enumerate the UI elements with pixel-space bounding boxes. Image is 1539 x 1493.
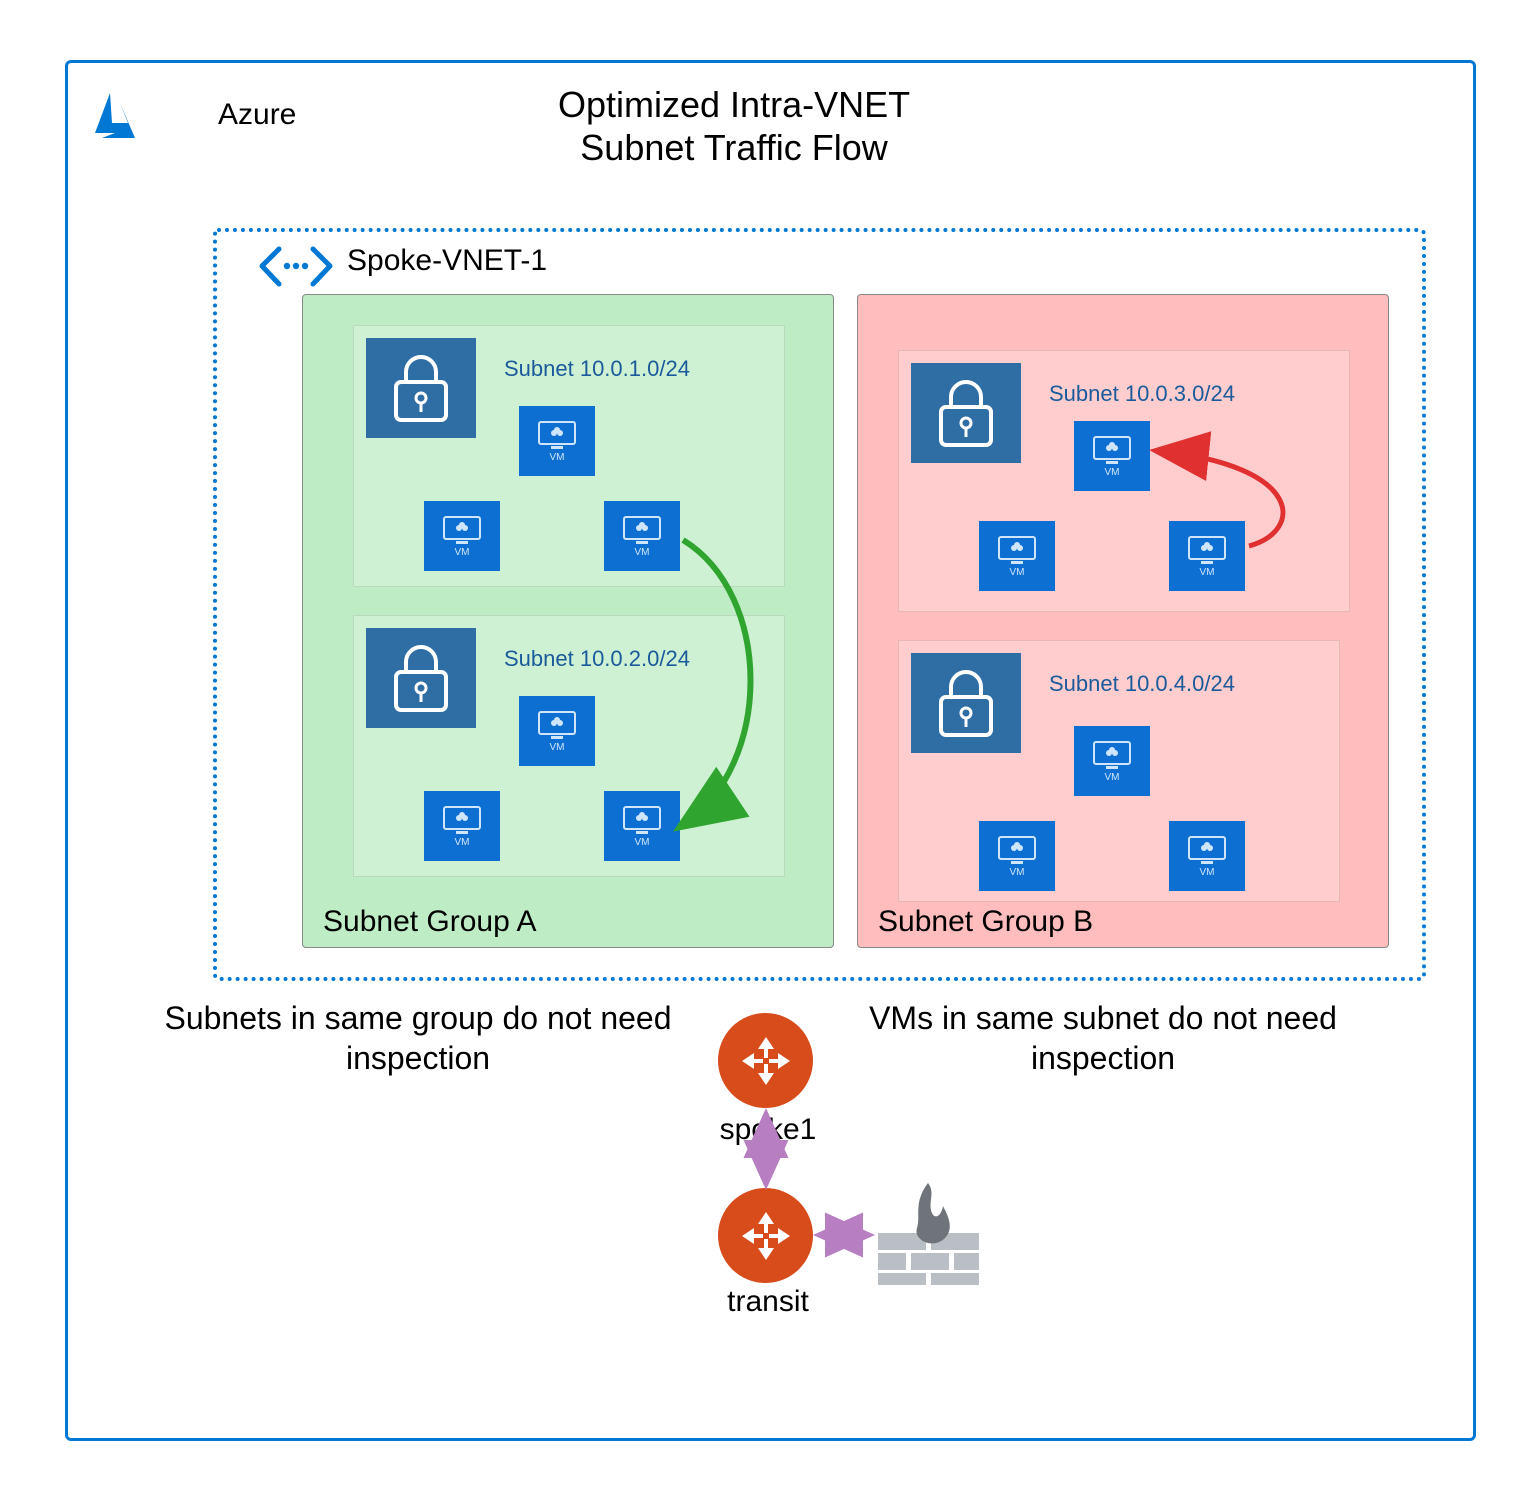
azure-cloud-boundary: Azure Optimized Intra-VNET Subnet Traffi…	[65, 60, 1476, 1441]
gateway-links	[68, 63, 1473, 1438]
diagram-canvas: Azure Optimized Intra-VNET Subnet Traffi…	[0, 0, 1539, 1493]
